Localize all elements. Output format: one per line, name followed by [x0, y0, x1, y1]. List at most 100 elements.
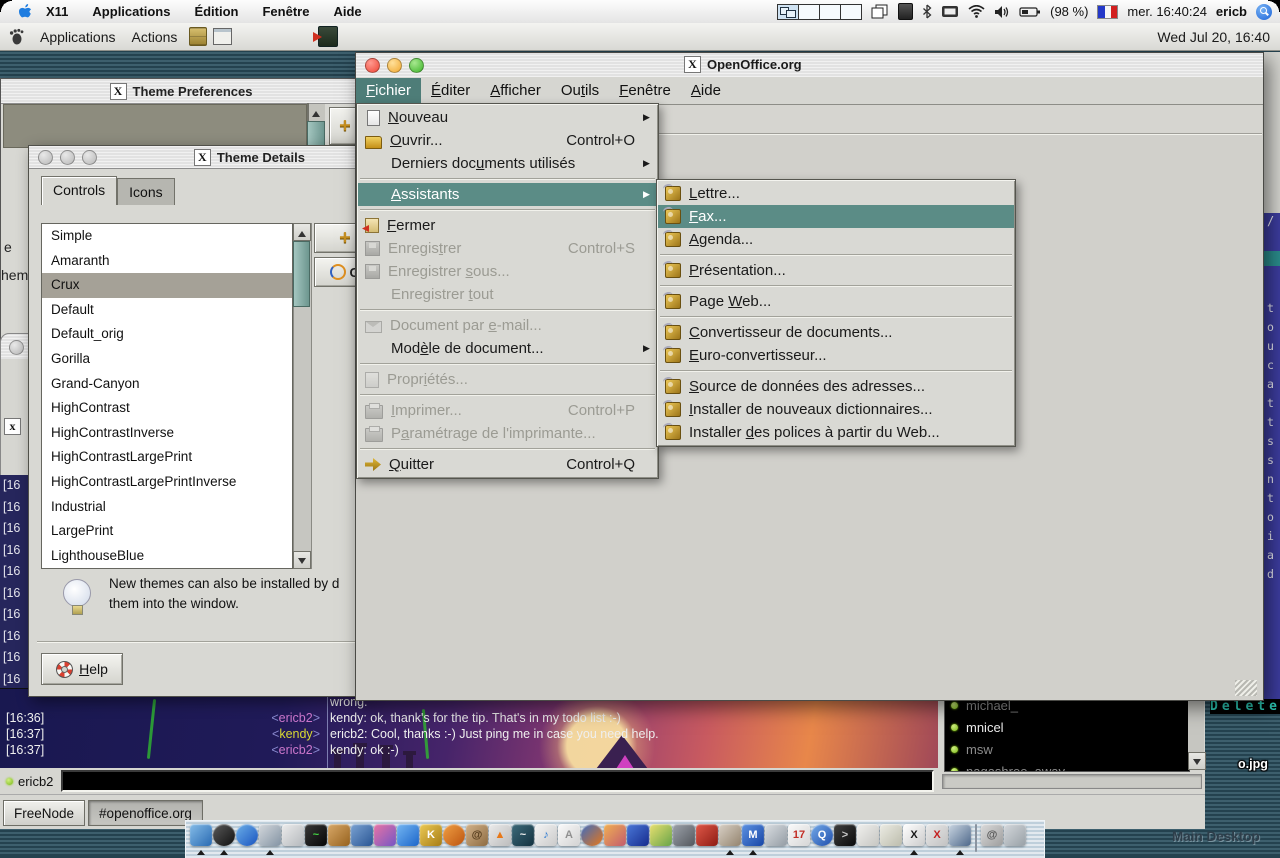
dock-separator[interactable] [975, 824, 977, 852]
menu-item[interactable]: Installer des polices à partir du Web...… [658, 421, 1014, 444]
menu-item[interactable]: ▶ [360, 309, 655, 311]
menu-item[interactable]: Fax... ▶ [658, 205, 1014, 228]
menu-item[interactable]: Présentation... ▶ [658, 259, 1014, 282]
wifi-icon[interactable] [968, 5, 985, 18]
dock-tools[interactable] [696, 824, 718, 846]
menu[interactable]: Éditer [421, 78, 480, 103]
theme-list-item[interactable]: LargePrint [42, 519, 292, 544]
dock-scanner[interactable] [765, 824, 787, 846]
bluetooth-icon[interactable] [922, 4, 932, 19]
zoom-button-icon[interactable] [409, 58, 424, 73]
user-list-item[interactable]: msw [945, 738, 1189, 760]
dock-ical[interactable]: 17 [788, 824, 810, 846]
volume-icon[interactable] [994, 5, 1010, 19]
menu-item[interactable]: Euro-convertisseur... ▶ [658, 344, 1014, 367]
dock-gimp[interactable] [719, 824, 741, 846]
dock-neooffice[interactable]: M [742, 824, 764, 846]
theme-list-item[interactable]: Amaranth [42, 249, 292, 274]
menu-item[interactable]: Document par e-mail... ▶ [358, 314, 657, 337]
menu-item[interactable]: Enregistrer sous... ▶ [358, 260, 657, 283]
french-flag-input-menu-icon[interactable] [1097, 5, 1118, 19]
menu-item[interactable]: Ouvrir... Control+O ▶ [358, 129, 657, 152]
minimize-button-icon[interactable] [60, 150, 75, 165]
tab[interactable]: Icons [117, 178, 174, 205]
gnome-menu-applications[interactable]: Applications [40, 29, 116, 45]
menu-item[interactable]: Quitter Control+Q ▶ [358, 453, 657, 476]
resize-grip[interactable] [1235, 680, 1257, 696]
menu-item[interactable]: Fermer ▶ [358, 214, 657, 237]
theme-list-item[interactable]: Default_orig [42, 322, 292, 347]
menu-item[interactable]: Modèle de document... ▶ [358, 337, 657, 360]
menu[interactable]: Afficher [480, 78, 551, 103]
dock-firefox[interactable] [581, 824, 603, 846]
dock-photo-booth[interactable] [949, 824, 971, 846]
window-launcher-icon[interactable] [213, 28, 232, 45]
openoffice-titlebar[interactable] [356, 53, 1263, 78]
battery-icon[interactable] [1019, 6, 1041, 18]
theme-list-item[interactable]: Industrial [42, 495, 292, 520]
menu-item[interactable]: Propriétés... ▶ [358, 368, 657, 391]
mac-menu-item[interactable]: Édition [194, 4, 238, 19]
dock-safari[interactable] [236, 824, 258, 846]
scroll-up-icon[interactable] [307, 103, 309, 122]
mac-menu-item[interactable]: X11 [46, 4, 68, 19]
tab[interactable]: Controls [41, 176, 117, 205]
status-menu-icon[interactable] [898, 3, 913, 20]
scroll-down-icon[interactable] [1188, 752, 1206, 770]
zoom-button-icon[interactable] [82, 150, 97, 165]
xchat-tab[interactable]: FreeNode [3, 800, 85, 826]
dock-itunes[interactable]: ♪ [535, 824, 557, 846]
menu-item[interactable]: ▶ [660, 370, 1012, 372]
dock-imovie[interactable] [627, 824, 649, 846]
dock-xcode[interactable] [259, 824, 281, 846]
dock-trash[interactable] [1004, 824, 1026, 846]
dock-quicktime[interactable]: Q [811, 824, 833, 846]
menu-bar-clock[interactable]: mer. 16:40:24 [1127, 4, 1207, 19]
scroll-up-icon[interactable] [293, 223, 311, 241]
scrollbar-thumb[interactable] [293, 241, 310, 307]
theme-list[interactable]: SimpleAmaranthCruxDefaultDefault_origGor… [41, 223, 293, 569]
workspace-1[interactable] [778, 5, 798, 19]
user-list-item[interactable]: nagashree_away [945, 760, 1189, 772]
dock-dashboard[interactable] [213, 824, 235, 846]
theme-list-item[interactable]: Simple [42, 224, 292, 249]
menu-item[interactable]: ▶ [360, 209, 655, 211]
dock-keychain[interactable] [673, 824, 695, 846]
menu-item[interactable]: Lettre... ▶ [658, 182, 1014, 205]
apple-menu-icon[interactable] [18, 4, 32, 20]
menu-item[interactable]: Source de données des adresses... ▶ [658, 375, 1014, 398]
menu-item[interactable]: Page Web... ▶ [658, 290, 1014, 313]
close-button-icon[interactable] [38, 150, 53, 165]
help-button[interactable]: Help [41, 653, 123, 685]
menu-item[interactable]: ▶ [660, 285, 1012, 287]
dock-vlc[interactable]: ▲ [489, 824, 511, 846]
dock-stickies[interactable] [650, 824, 672, 846]
menu-item[interactable]: Agenda... ▶ [658, 228, 1014, 251]
dock-textedit[interactable]: A [558, 824, 580, 846]
menu-item[interactable]: ▶ [660, 254, 1012, 256]
mac-menu-item[interactable]: Aide [333, 4, 361, 19]
gnome-foot-icon[interactable] [8, 28, 24, 45]
menu-item[interactable]: Paramétrage de l'imprimante... ▶ [358, 422, 657, 445]
workspace-3[interactable] [819, 5, 840, 19]
theme-list-item[interactable]: HighContrast [42, 396, 292, 421]
dock-ichat[interactable] [397, 824, 419, 846]
close-button-icon[interactable] [365, 58, 380, 73]
fast-user-switch-label[interactable]: ericb [1216, 4, 1247, 19]
windows-menu-icon[interactable] [871, 4, 889, 19]
menu-item[interactable]: ▶ [360, 394, 655, 396]
theme-list-item[interactable]: Default [42, 298, 292, 323]
menu-item[interactable]: Installer de nouveaux dictionnaires... ▶ [658, 398, 1014, 421]
dock-x11-utils[interactable]: X [926, 824, 948, 846]
dock-script-editor[interactable] [880, 824, 902, 846]
theme-list-item[interactable]: Crux [42, 273, 292, 298]
gnome-menu-actions[interactable]: Actions [132, 29, 178, 45]
dock-blender[interactable] [443, 824, 465, 846]
display-menu-icon[interactable] [941, 5, 959, 19]
theme-list-scrollbar[interactable] [293, 223, 312, 569]
menu-item[interactable]: Enregistrer tout ▶ [358, 283, 657, 306]
theme-details-titlebar[interactable]: X Theme Details [29, 146, 365, 169]
dock-x11[interactable]: X [903, 824, 925, 846]
menu-item[interactable]: Assistants ▶ [358, 183, 657, 206]
dock-grab[interactable] [351, 824, 373, 846]
